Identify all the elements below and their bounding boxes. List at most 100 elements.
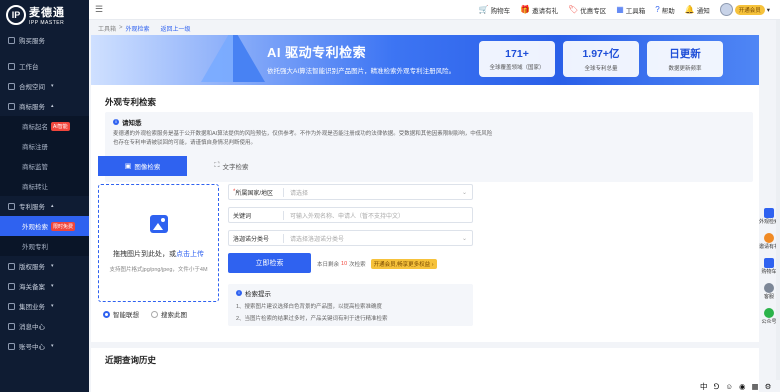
breadcrumb-root[interactable]: 工具箱 — [98, 24, 116, 33]
help-icon: ? — [655, 5, 660, 14]
sidebar-item-patent[interactable]: 专利服务 ▴ — [0, 196, 89, 216]
chevron-down-icon: ⌄ — [461, 189, 467, 196]
tab-text-search[interactable]: ⛶ 文字检索 — [187, 156, 276, 176]
chevron-up-icon: ▴ — [51, 203, 54, 209]
back-link[interactable]: 返回上一级 — [161, 24, 191, 33]
cart-link[interactable]: 🛒 购物车 — [479, 5, 510, 15]
remaining-quota: 本日剩余 10 次检索 开通会员,畅享更多权益 › — [317, 259, 437, 269]
search-tips: i 检索提示 1、搜索图片建议选择白色背景的产品图，以提高检索准确度 2、当图片检… — [228, 284, 473, 326]
recent-history-section: 近期查询历史 — [91, 342, 759, 392]
search-button[interactable]: 立即检索 — [228, 253, 311, 273]
sidebar-item-compliance[interactable]: 合规空间 ▾ — [0, 76, 89, 96]
membership-badge: 开通会员 — [734, 4, 765, 15]
tag-icon: 🏷 — [568, 5, 579, 14]
bell-icon: 🔔 — [684, 5, 695, 14]
toolbox-icon: ▦ — [616, 5, 624, 14]
wechat-icon — [763, 308, 774, 318]
info-icon: i — [113, 119, 119, 125]
chevron-up-icon: ▴ — [51, 103, 54, 109]
search-mode-radios: 智能联想 搜索此图 — [103, 309, 187, 319]
radio-smart-association[interactable]: 智能联想 — [103, 309, 139, 319]
cart-icon: 🛒 — [478, 5, 489, 14]
trademark-icon — [8, 102, 15, 110]
sidebar-item-group[interactable]: 集团业务 ▾ — [0, 296, 89, 316]
sidebar-item-workbench[interactable]: 工作台 — [0, 56, 89, 76]
menu-toggle-icon[interactable]: ☰ — [95, 4, 103, 15]
ime-emoji-icon[interactable]: ☺ — [725, 382, 733, 391]
ime-tray: 中 ⅁ ☺ ◉ ▦ ⚙ — [700, 380, 771, 392]
breadcrumb: 工具箱 > 外观检索 返回上一级 — [98, 24, 191, 33]
ime-voice-icon[interactable]: ◉ — [739, 382, 746, 391]
discount-link[interactable]: 🏷 优惠专区 — [568, 5, 606, 15]
sidebar-item-trademark[interactable]: 商标服务 ▴ — [0, 96, 89, 116]
logo-subname: IPP MASTER — [29, 20, 65, 26]
notice-title: 请知悉 — [122, 120, 142, 127]
gift-icon — [764, 233, 774, 243]
chevron-down-icon: ▾ — [51, 303, 54, 309]
sidebar-sub-trademark-transfer[interactable]: 商标转让 — [0, 176, 89, 196]
sidebar-sub-design-search[interactable]: 外观检索 限时免费 — [0, 216, 89, 236]
classification-select[interactable]: 洛迦诺分类号 请选择洛迦诺分类号 ⌄ — [228, 230, 473, 246]
sidebar-item-messages[interactable]: 消息中心 — [0, 316, 89, 336]
image-upload-dropzone[interactable]: 拖拽图片到此处，或点击上传 支持图片格式jpg/png/jpeg，文件小于4M — [98, 184, 219, 302]
chevron-down-icon: ▾ — [51, 283, 54, 289]
sidebar-sub-trademark-monitor[interactable]: 商标监管 — [0, 156, 89, 176]
scrollbar[interactable] — [776, 20, 780, 380]
logo[interactable]: IP 麦德通 IPP MASTER — [0, 0, 89, 30]
float-wechat[interactable]: 公众号 — [761, 308, 777, 325]
info-icon: i — [236, 290, 242, 296]
sidebar-sub-trademark-naming[interactable]: 商标起名 AI智能 — [0, 116, 89, 136]
float-service[interactable]: 客服 — [763, 283, 774, 300]
remaining-count: 10 — [341, 261, 348, 267]
sidebar-sub-trademark-register[interactable]: 商标注册 — [0, 136, 89, 156]
ime-keyboard-icon[interactable]: ▦ — [752, 382, 759, 391]
chevron-down-icon: ▾ — [51, 263, 54, 269]
ime-moon-icon[interactable]: ⅁ — [714, 382, 720, 391]
logo-name: 麦德通 — [29, 7, 65, 19]
sidebar-sub-design-patent[interactable]: 外观专利 — [0, 236, 89, 256]
chevron-down-icon: ▾ — [51, 343, 54, 349]
top-bar: ☰ 🛒 购物车 🎁 邀请有礼 🏷 优惠专区 ▦ 工具箱 ? 帮助 🔔 通知 开通会员 ▾ — [89, 0, 780, 20]
keyword-field[interactable]: 关键词 可输入外观名称、申请人（暂不支持中文） — [228, 207, 473, 223]
upgrade-membership-link[interactable]: 开通会员,畅享更多权益 › — [370, 259, 437, 269]
sidebar: IP 麦德通 IPP MASTER 购买服务 工作台 合规空间 ▾ 商标服务 ▴ 商… — [0, 0, 89, 392]
customs-icon — [8, 282, 15, 290]
float-cart[interactable]: 购物车 — [761, 258, 777, 275]
group-icon — [8, 302, 15, 310]
cart-icon — [763, 258, 774, 268]
gift-icon: 🎁 — [520, 5, 531, 14]
sidebar-item-customs[interactable]: 海关备案 ▾ — [0, 276, 89, 296]
shield-icon — [8, 82, 15, 90]
breadcrumb-current: 外观检索 — [125, 26, 150, 33]
stat-card-update: 日更新 数据更新频率 — [647, 41, 723, 77]
sidebar-item-account[interactable]: 账号中心 ▾ — [0, 336, 89, 356]
chevron-down-icon: ⌄ — [461, 235, 467, 242]
patent-icon — [8, 202, 15, 210]
tab-image-search[interactable]: ▣ 图像检索 — [98, 156, 187, 176]
sidebar-item-copyright[interactable]: 版权服务 ▾ — [0, 256, 89, 276]
banner-subtitle: 依托强大AI算法智能识别产品图片，精准检索外观专利注册风险。 — [267, 68, 456, 75]
avatar — [719, 3, 733, 16]
upload-hint: 支持图片格式jpg/png/jpeg，文件小于4M — [109, 267, 208, 273]
radio-search-this-image[interactable]: 搜索此图 — [151, 309, 187, 319]
stat-card-patents: 1.97+亿 全球专利总量 — [563, 41, 639, 77]
upload-link[interactable]: 点击上传 — [176, 251, 204, 258]
chevron-down-icon: ▾ — [51, 83, 54, 89]
free-badge: 限时免费 — [51, 221, 76, 231]
toolbox-link[interactable]: ▦ 工具箱 — [616, 5, 645, 15]
history-title: 近期查询历史 — [105, 355, 157, 365]
help-link[interactable]: ? 帮助 — [655, 5, 674, 15]
ime-language[interactable]: 中 — [700, 381, 708, 392]
region-select[interactable]: * 所属国家/地区 请选择 ⌄ — [228, 184, 473, 200]
ime-settings-icon[interactable]: ⚙ — [765, 382, 772, 391]
sidebar-item-purchase[interactable]: 购买服务 — [0, 30, 89, 50]
cart-icon — [8, 36, 15, 44]
message-icon — [8, 322, 15, 330]
notification-link[interactable]: 🔔 通知 — [685, 5, 710, 15]
patent-icon — [764, 208, 774, 218]
user-menu[interactable]: 开通会员 ▾ — [719, 3, 770, 16]
invite-link[interactable]: 🎁 邀请有礼 — [520, 5, 558, 15]
logo-mark: IP — [6, 5, 26, 25]
image-icon: ▣ — [124, 163, 132, 170]
banner: AI 驱动专利检索 依托强大AI算法智能识别产品图片，精准检索外观专利注册风险。… — [91, 35, 759, 85]
